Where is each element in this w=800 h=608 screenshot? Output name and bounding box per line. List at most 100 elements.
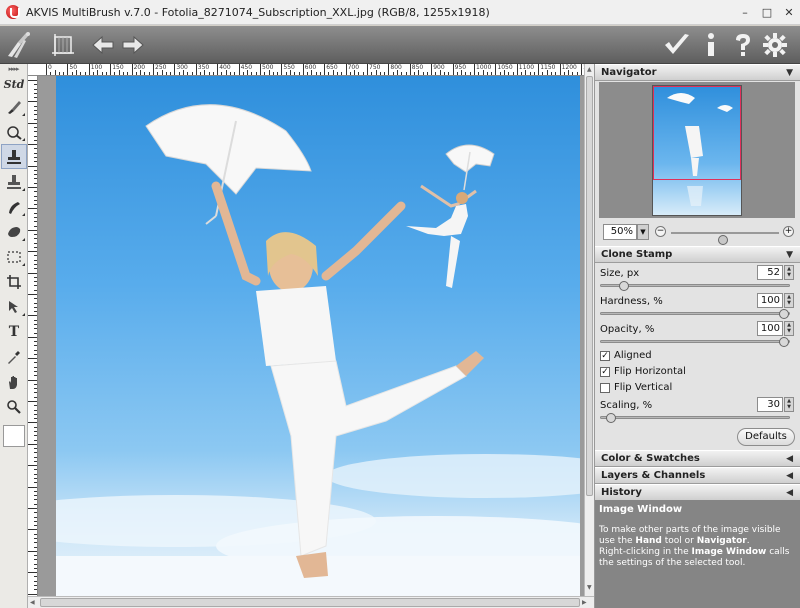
aligned-check-icon[interactable]: ✓ bbox=[600, 350, 610, 361]
main-toolbar bbox=[0, 26, 800, 64]
clone-stamp-tool-icon[interactable] bbox=[1, 144, 27, 169]
hardness-slider[interactable] bbox=[600, 309, 790, 319]
ruler-tick bbox=[572, 72, 574, 75]
ruler-tick bbox=[28, 208, 37, 210]
history-header[interactable]: History ◀ bbox=[595, 484, 800, 501]
scroll-down-icon[interactable]: ▼ bbox=[587, 584, 592, 591]
help-icon[interactable] bbox=[728, 30, 758, 60]
size-spinner[interactable]: ▲ ▼ bbox=[784, 265, 794, 280]
horizontal-scrollbar[interactable]: ◀ ▶ bbox=[28, 596, 594, 608]
ruler-tick bbox=[34, 375, 37, 377]
smudge-tool-icon[interactable] bbox=[1, 194, 27, 219]
scaling-slider-knob[interactable] bbox=[606, 413, 617, 423]
ruler-tick bbox=[576, 72, 578, 75]
ruler-label: 700 bbox=[347, 64, 360, 71]
info-icon[interactable] bbox=[696, 30, 726, 60]
expand-triangle-icon[interactable]: ◀ bbox=[786, 485, 793, 501]
flip-horizontal-check-icon[interactable]: ✓ bbox=[600, 366, 610, 377]
eyedropper-tool-icon[interactable] bbox=[1, 344, 27, 369]
scaling-slider[interactable] bbox=[600, 413, 790, 423]
flip-vertical-check-icon[interactable] bbox=[600, 382, 610, 393]
size-input[interactable]: 52 bbox=[757, 265, 783, 280]
ruler-tick bbox=[34, 259, 37, 261]
opacity-slider-knob[interactable] bbox=[779, 337, 789, 347]
ruler-tick bbox=[34, 242, 37, 244]
panel-grip[interactable]: ▸▸▸▸ bbox=[0, 64, 27, 74]
zoom-slider-knob[interactable] bbox=[718, 235, 729, 245]
navigator-header[interactable]: Navigator ▼ bbox=[595, 64, 800, 81]
help-panel: Image Window To make other parts of the … bbox=[595, 500, 800, 608]
image-window[interactable] bbox=[38, 76, 584, 596]
flip-vertical-checkbox[interactable]: Flip Vertical bbox=[600, 382, 672, 393]
layers-channels-header[interactable]: Layers & Channels ◀ bbox=[595, 467, 800, 484]
expand-triangle-icon[interactable]: ◀ bbox=[786, 451, 793, 467]
size-slider-knob[interactable] bbox=[618, 281, 629, 291]
navigator-preview[interactable] bbox=[599, 82, 795, 218]
opacity-slider[interactable] bbox=[600, 337, 790, 347]
crop-tool-icon[interactable] bbox=[1, 269, 27, 294]
selection-tool-icon[interactable] bbox=[1, 244, 27, 269]
photo-canvas[interactable] bbox=[56, 76, 580, 596]
ruler-tick bbox=[28, 272, 37, 274]
hardness-slider-knob[interactable] bbox=[779, 309, 789, 319]
opacity-spinner[interactable]: ▲ ▼ bbox=[784, 321, 794, 336]
ruler-tick bbox=[34, 567, 37, 569]
brush-tool-icon[interactable] bbox=[1, 94, 27, 119]
close-button[interactable]: ✕ bbox=[778, 3, 800, 21]
scroll-up-icon[interactable]: ▲ bbox=[587, 66, 592, 73]
ruler-tick bbox=[285, 72, 287, 75]
ruler-tick bbox=[409, 64, 411, 75]
size-slider[interactable] bbox=[600, 281, 790, 291]
color-swatches-header[interactable]: Color & Swatches ◀ bbox=[595, 450, 800, 467]
vertical-scrollbar[interactable]: ▲ ▼ bbox=[584, 64, 594, 596]
clone-stamp-header[interactable]: Clone Stamp ▼ bbox=[595, 246, 800, 263]
collapse-triangle-icon[interactable]: ▼ bbox=[786, 65, 793, 81]
blur-tool-icon[interactable] bbox=[1, 119, 27, 144]
std-mode-button[interactable]: Std bbox=[1, 74, 27, 94]
horizontal-scroll-thumb[interactable] bbox=[40, 598, 580, 607]
redo-arrow-icon[interactable] bbox=[118, 30, 148, 60]
collapse-triangle-icon[interactable]: ▼ bbox=[786, 247, 793, 263]
scaling-input[interactable]: 30 bbox=[757, 397, 783, 412]
settings-gear-icon[interactable] bbox=[760, 30, 790, 60]
help-paragraph-2: Right-clicking in the Image Window calls… bbox=[599, 547, 790, 568]
scroll-right-icon[interactable]: ▶ bbox=[582, 599, 587, 606]
ruler-tick bbox=[542, 72, 544, 75]
image-size-icon[interactable] bbox=[48, 30, 78, 60]
expand-triangle-icon[interactable]: ◀ bbox=[786, 468, 793, 484]
minimize-button[interactable]: – bbox=[734, 3, 756, 21]
ruler-tick bbox=[555, 72, 557, 75]
undo-arrow-icon[interactable] bbox=[88, 30, 118, 60]
navigator-thumbnail[interactable] bbox=[652, 85, 742, 216]
vertical-scroll-thumb[interactable] bbox=[586, 76, 593, 496]
opacity-input[interactable]: 100 bbox=[757, 321, 783, 336]
hand-tool-icon[interactable] bbox=[1, 369, 27, 394]
zoom-in-button[interactable]: + bbox=[783, 226, 794, 237]
ruler-tick bbox=[414, 72, 416, 75]
apply-check-icon[interactable] bbox=[662, 30, 692, 60]
move-tool-icon[interactable] bbox=[1, 294, 27, 319]
ruler-tick bbox=[34, 246, 37, 248]
navigator-view-rectangle[interactable] bbox=[653, 86, 741, 180]
color-swatch[interactable] bbox=[3, 425, 25, 447]
ruler-tick bbox=[28, 122, 37, 124]
ruler-tick bbox=[170, 72, 172, 75]
text-tool-icon[interactable]: T bbox=[1, 319, 27, 344]
hardness-input[interactable]: 100 bbox=[757, 293, 783, 308]
zoom-field[interactable]: 50% bbox=[603, 224, 637, 240]
scaling-spinner[interactable]: ▲ ▼ bbox=[784, 397, 794, 412]
chameleon-tool-icon[interactable] bbox=[1, 219, 27, 244]
ruler-tick bbox=[559, 64, 561, 75]
aligned-checkbox[interactable]: ✓ Aligned bbox=[600, 350, 652, 361]
ruler-tick bbox=[34, 563, 37, 565]
pattern-stamp-tool-icon[interactable] bbox=[1, 169, 27, 194]
zoom-tool-icon[interactable] bbox=[1, 394, 27, 419]
zoom-slider-track[interactable] bbox=[671, 232, 779, 245]
defaults-button[interactable]: Defaults bbox=[737, 428, 795, 446]
hardness-spinner[interactable]: ▲ ▼ bbox=[784, 293, 794, 308]
maximize-button[interactable]: □ bbox=[756, 3, 778, 21]
zoom-out-button[interactable]: − bbox=[655, 226, 666, 237]
zoom-dropdown-icon[interactable]: ▼ bbox=[637, 224, 649, 240]
flip-horizontal-checkbox[interactable]: ✓ Flip Horizontal bbox=[600, 366, 686, 377]
scroll-left-icon[interactable]: ◀ bbox=[30, 599, 35, 606]
